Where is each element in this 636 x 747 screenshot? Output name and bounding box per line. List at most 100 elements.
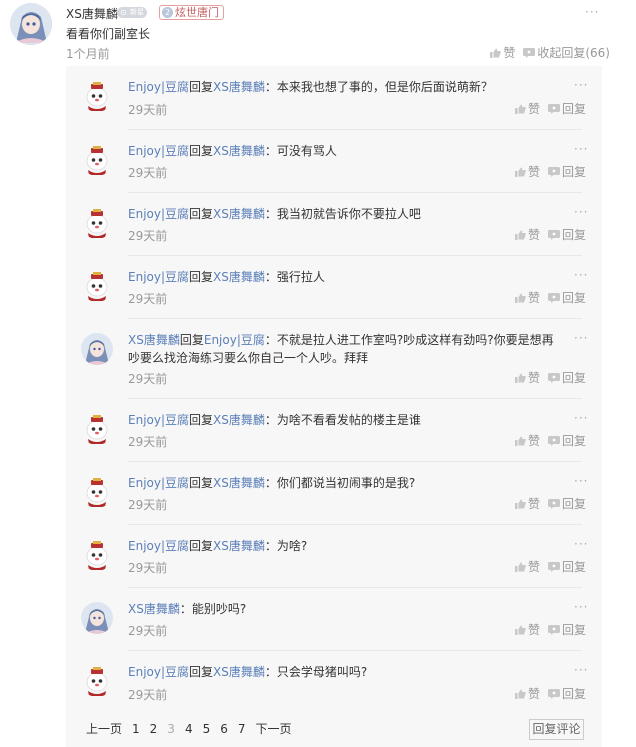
reply-author-link[interactable]: Enjoy|豆腐	[128, 80, 189, 94]
reply-separator: ：	[264, 333, 277, 347]
like-label: 赞	[527, 102, 540, 116]
more-options-button[interactable]: ···	[574, 268, 588, 282]
like-button[interactable]: 赞	[514, 226, 540, 243]
main-comment-actions: 赞 收起回复(66)	[482, 44, 610, 61]
more-options-button[interactable]: ···	[585, 5, 599, 19]
main-username[interactable]: XS唐舞麟	[66, 5, 118, 22]
more-options-button[interactable]: ···	[574, 78, 588, 92]
mascot-avatar[interactable]	[81, 80, 113, 112]
page-link[interactable]: 7	[238, 722, 246, 736]
mascot-avatar[interactable]	[81, 413, 113, 445]
like-button[interactable]: 赞	[514, 495, 540, 512]
page-link[interactable]: 2	[150, 722, 158, 736]
reply-author-link[interactable]: XS唐舞麟	[128, 333, 180, 347]
reply-actions: 赞 回复	[507, 100, 586, 117]
more-options-button[interactable]: ···	[574, 600, 588, 614]
reply-label: 回复	[561, 623, 586, 637]
avatar[interactable]	[10, 3, 52, 45]
reply-item: XS唐舞麟回复Enjoy|豆腐：不就是拉人进工作室吗?吵成这样有劲吗?你要是想再…	[66, 319, 602, 399]
mascot-avatar[interactable]	[81, 207, 113, 239]
like-button[interactable]: 赞	[514, 432, 540, 449]
like-button[interactable]: 赞	[490, 44, 515, 61]
reply-target-link[interactable]: XS唐舞麟	[213, 539, 265, 553]
page-link[interactable]: 4	[185, 722, 193, 736]
reply-separator: ：	[264, 539, 277, 553]
more-options-button[interactable]: ···	[574, 411, 588, 425]
page-link[interactable]: 6	[220, 722, 228, 736]
more-options-button[interactable]: ···	[574, 331, 588, 345]
reply-item: Enjoy|豆腐回复XS唐舞麟：你们都说当初闹事的是我? 29天前 ··· 赞回复	[66, 462, 602, 525]
reply-to-word: 回复	[189, 80, 214, 94]
reply-button[interactable]: 回复	[547, 621, 586, 638]
reply-target-link[interactable]: XS唐舞麟	[213, 413, 265, 427]
fan-level-icon: 2	[162, 7, 173, 18]
reply-button[interactable]: 回复	[547, 100, 586, 117]
like-button[interactable]: 赞	[514, 100, 540, 117]
reply-author-link[interactable]: Enjoy|豆腐	[128, 413, 189, 427]
reply-author-link[interactable]: Enjoy|豆腐	[128, 144, 189, 158]
like-label: 赞	[503, 46, 516, 60]
reply-target-link[interactable]: XS唐舞麟	[213, 80, 265, 94]
like-button[interactable]: 赞	[514, 369, 540, 386]
reply-button[interactable]: 回复	[547, 558, 586, 575]
mascot-avatar[interactable]	[81, 665, 113, 697]
like-button[interactable]: 赞	[514, 685, 540, 702]
reply-text: 强行拉人	[276, 270, 325, 284]
reply-actions: 赞 回复	[507, 432, 586, 449]
reply-comment-button[interactable]: 回复评论	[529, 719, 584, 740]
reply-to-word: 回复	[189, 665, 214, 679]
collapse-replies-button[interactable]: 收起回复(66)	[523, 44, 610, 61]
reply-content: Enjoy|豆腐回复XS唐舞麟：你们都说当初闹事的是我?	[128, 474, 558, 492]
reply-author-link[interactable]: Enjoy|豆腐	[128, 476, 189, 490]
reply-actions: 赞 回复	[507, 495, 586, 512]
prev-page-link[interactable]: 上一页	[86, 720, 122, 737]
like-button[interactable]: 赞	[514, 163, 540, 180]
more-options-button[interactable]: ···	[574, 205, 588, 219]
reply-target-link[interactable]: XS唐舞麟	[213, 144, 265, 158]
reply-button[interactable]: 回复	[547, 226, 586, 243]
next-page-link[interactable]: 下一页	[256, 720, 292, 737]
page-link[interactable]: 5	[203, 722, 211, 736]
reply-author-link[interactable]: XS唐舞麟	[128, 602, 180, 616]
reply-label: 回复	[561, 560, 586, 574]
mascot-avatar[interactable]	[81, 476, 113, 508]
more-options-button[interactable]: ···	[574, 537, 588, 551]
mascot-avatar-image	[81, 207, 113, 239]
fan-group-name: 炫世唐门	[175, 6, 219, 19]
reply-target-link[interactable]: XS唐舞麟	[213, 476, 265, 490]
anime-avatar[interactable]	[81, 333, 113, 365]
reply-target-link[interactable]: XS唐舞麟	[213, 270, 265, 284]
reply-to-word: 回复	[189, 539, 214, 553]
reply-author-link[interactable]: Enjoy|豆腐	[128, 270, 189, 284]
reply-author-link[interactable]: Enjoy|豆腐	[128, 665, 189, 679]
more-options-button[interactable]: ···	[574, 474, 588, 488]
mascot-avatar[interactable]	[81, 144, 113, 176]
reply-button[interactable]: 回复	[547, 495, 586, 512]
thumb-up-icon	[514, 562, 526, 572]
more-options-button[interactable]: ···	[574, 142, 588, 156]
like-button[interactable]: 赞	[514, 289, 540, 306]
reply-target-link[interactable]: Enjoy|豆腐	[204, 333, 265, 347]
like-button[interactable]: 赞	[514, 621, 540, 638]
reply-target-link[interactable]: XS唐舞麟	[213, 665, 265, 679]
reply-button[interactable]: 回复	[547, 432, 586, 449]
reply-author-link[interactable]: Enjoy|豆腐	[128, 539, 189, 553]
mascot-avatar[interactable]	[81, 270, 113, 302]
reply-button[interactable]: 回复	[547, 685, 586, 702]
like-button[interactable]: 赞	[514, 558, 540, 575]
reply-target-link[interactable]: XS唐舞麟	[213, 207, 265, 221]
mascot-avatar[interactable]	[81, 539, 113, 571]
reply-button[interactable]: 回复	[547, 289, 586, 306]
anime-avatar[interactable]	[81, 602, 113, 634]
reply-button[interactable]: 回复	[547, 163, 586, 180]
more-options-button[interactable]: ···	[574, 663, 588, 677]
reply-to-word: 回复	[189, 476, 214, 490]
fan-group-badge[interactable]: 2 炫世唐门	[159, 5, 224, 20]
page-link[interactable]: 1	[132, 722, 140, 736]
reply-button[interactable]: 回复	[547, 369, 586, 386]
reply-time: 29天前	[128, 292, 168, 306]
reply-to-word: 回复	[189, 413, 214, 427]
reply-text: 为啥?	[276, 539, 308, 553]
reply-item: Enjoy|豆腐回复XS唐舞麟：可没有骂人 29天前 ··· 赞回复	[66, 130, 602, 193]
reply-author-link[interactable]: Enjoy|豆腐	[128, 207, 189, 221]
